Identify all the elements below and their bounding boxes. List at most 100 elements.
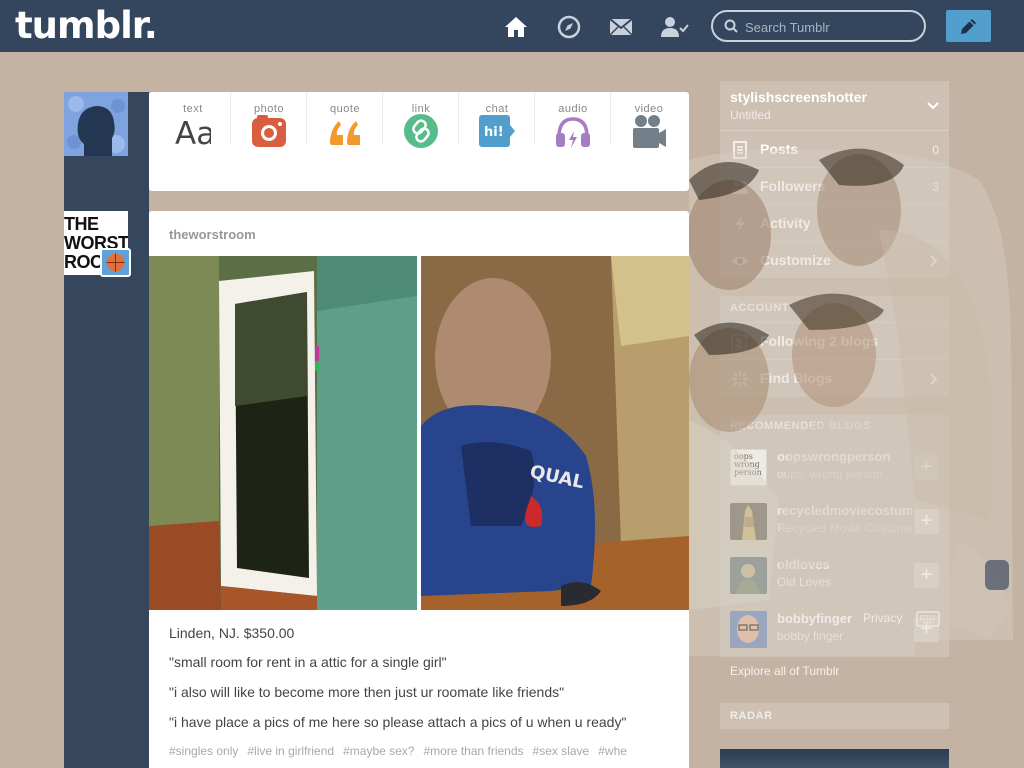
- sidebar-item-label: Customize: [760, 252, 831, 268]
- sidebar-item-customize[interactable]: Customize: [720, 241, 949, 278]
- sidebar-item-label: Posts: [760, 141, 799, 157]
- post-type-photo[interactable]: photo: [231, 92, 307, 191]
- top-header: tumblr.: [0, 0, 1024, 52]
- face-thumb-image: [737, 615, 759, 643]
- photo-person-image: QUAL: [421, 256, 689, 610]
- sidebar-blog-subtitle: Untitled: [730, 108, 771, 122]
- sidebar-account-heading: ACCOUNT: [730, 302, 790, 314]
- search-box[interactable]: [711, 10, 926, 42]
- dashboard-post: theworstroom QUAL Linden, NJ. $350.00 "s…: [149, 211, 689, 768]
- eye-icon: [732, 257, 748, 265]
- chevron-down-icon: [927, 102, 939, 110]
- recommended-blog-item[interactable]: oops wrong person oopswrongperson oops, …: [720, 440, 949, 494]
- post-type-link[interactable]: link: [383, 92, 459, 191]
- explore-compass-icon[interactable]: [556, 14, 582, 40]
- recommended-blog-item[interactable]: oldloves Old Loves +: [720, 548, 949, 602]
- sidebar-item-label: Following 2 blogs: [760, 333, 879, 349]
- sidebar-item-posts[interactable]: Posts 0: [720, 130, 949, 167]
- silhouette-icon: [64, 92, 128, 156]
- lightning-icon: [735, 216, 745, 232]
- dashboard-stripe: [64, 92, 149, 768]
- follow-plus-button[interactable]: +: [914, 509, 939, 534]
- chevron-right-icon: [930, 373, 938, 385]
- sidebar-item-count: 0: [932, 143, 939, 157]
- privacy-link[interactable]: Privacy: [863, 611, 902, 625]
- sidebar-item-activity[interactable]: Activity: [720, 204, 949, 241]
- link-chain-icon: [404, 114, 438, 148]
- document-icon: [733, 141, 747, 159]
- pencil-icon: [961, 19, 976, 34]
- sparkle-icon: [732, 371, 748, 387]
- svg-text:hi!: hi!: [484, 125, 504, 140]
- costume-thumb-image: [742, 505, 756, 540]
- sidebar-item-label: Find Blogs: [760, 370, 833, 386]
- home-icon[interactable]: [503, 14, 529, 40]
- sidebar-item-label: Activity: [760, 215, 811, 231]
- tumblr-logo[interactable]: tumblr.: [15, 4, 158, 47]
- recommended-blog-avatar: [730, 611, 767, 648]
- recommended-blog-subtitle: Recycled Movie Costumes: [777, 521, 912, 535]
- post-type-quote[interactable]: quote: [307, 92, 383, 191]
- explore-all-link[interactable]: Explore all of Tumblr: [730, 664, 839, 678]
- post-tag[interactable]: #sex slave: [533, 744, 590, 758]
- post-text-line: "i have place a pics of me here so pleas…: [169, 714, 627, 730]
- recommended-blog-subtitle: Old Loves: [777, 575, 832, 589]
- text-aa-icon: Aa: [175, 116, 211, 149]
- post-type-video[interactable]: video: [611, 92, 687, 191]
- post-type-chat[interactable]: chat hi!: [459, 92, 535, 191]
- keyboard-icon[interactable]: [916, 611, 940, 627]
- post-photo-person[interactable]: QUAL: [421, 256, 689, 610]
- post-tag[interactable]: #live in girlfriend: [247, 744, 334, 758]
- search-icon: [724, 19, 738, 33]
- post-photo-room[interactable]: [149, 256, 417, 610]
- basketball-icon: [106, 253, 125, 272]
- recommended-blog-subtitle: bobby finger: [777, 629, 844, 643]
- quote-marks-icon: [330, 121, 360, 145]
- follow-plus-button[interactable]: +: [914, 455, 939, 480]
- post-tag[interactable]: #whe: [598, 744, 627, 758]
- sidebar-item-followers[interactable]: Followers 3: [720, 167, 949, 204]
- post-type-audio[interactable]: audio: [535, 92, 611, 191]
- portrait-thumb-image: [736, 564, 760, 594]
- recommended-blog-name: oldloves: [777, 557, 830, 572]
- post-type-bar: text Aa photo quote link chat hi! audio …: [149, 92, 689, 191]
- inbox-mail-icon[interactable]: [608, 14, 634, 40]
- recommended-blog-item[interactable]: recycledmoviecostumes Recycled Movie Cos…: [720, 494, 949, 548]
- sidebar-blog-header[interactable]: stylishscreenshotter Untitled: [720, 81, 949, 129]
- headphones-icon: [556, 117, 590, 148]
- svg-text:Aa: Aa: [175, 116, 211, 149]
- recommended-blog-name: recycledmoviecostumes: [777, 503, 912, 518]
- post-text-line: "small room for rent in a attic for a si…: [169, 654, 447, 670]
- follow-plus-button[interactable]: +: [914, 563, 939, 588]
- account-person-icon[interactable]: [660, 14, 690, 40]
- people-icon: [732, 181, 748, 194]
- sidebar-item-label: Followers: [760, 178, 826, 194]
- sidebar-item-find-blogs[interactable]: Find Blogs: [720, 359, 949, 396]
- post-text-line: "i also will like to become more then ju…: [169, 684, 565, 700]
- compose-button[interactable]: [946, 10, 991, 42]
- user-avatar[interactable]: [64, 92, 128, 156]
- post-tag[interactable]: #singles only: [169, 744, 238, 758]
- search-input[interactable]: [745, 18, 915, 36]
- photo-room-image: [149, 256, 417, 610]
- blog-badge: [100, 248, 131, 277]
- post-tag[interactable]: #more than friends: [423, 744, 523, 758]
- chevron-right-icon: [930, 255, 938, 267]
- recommended-blog-avatar: [730, 557, 767, 594]
- recommended-blog-name: oopswrongperson: [777, 449, 891, 464]
- radar-image[interactable]: [720, 749, 949, 768]
- recommended-blog-avatar-text: oops wrong person: [734, 452, 762, 477]
- post-type-text[interactable]: text Aa: [155, 92, 231, 191]
- sidebar-item-count: 3: [932, 180, 939, 194]
- recommended-blog-item[interactable]: bobbyfinger bobby finger +: [720, 602, 949, 656]
- post-author-link[interactable]: theworstroom: [169, 227, 256, 242]
- sidebar-recommended-heading: RECOMMENDED BLOGS: [730, 420, 871, 432]
- sidebar-radar-heading: RADAR: [730, 710, 773, 722]
- post-text-line: Linden, NJ. $350.00: [169, 625, 295, 641]
- recommended-blog-avatar: oops wrong person: [730, 449, 767, 486]
- post-tags: #singles only #live in girlfriend #maybe s…: [169, 744, 674, 758]
- sidebar-item-following[interactable]: Following 2 blogs: [720, 322, 949, 359]
- camera-icon: [252, 115, 286, 147]
- tags-fade: [649, 741, 689, 761]
- post-tag[interactable]: #maybe sex?: [343, 744, 414, 758]
